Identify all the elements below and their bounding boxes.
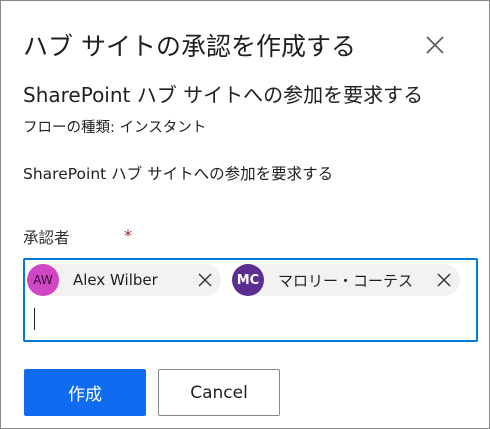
approvers-label: 承認者 xyxy=(23,229,70,247)
persona-chip: AW Alex Wilber xyxy=(27,264,221,296)
dialog-subtitle: SharePoint ハブ サイトへの参加を要求する xyxy=(23,83,424,107)
create-approval-dialog: ハブ サイトの承認を作成する SharePoint ハブ サイトへの参加を要求す… xyxy=(0,0,490,429)
close-icon xyxy=(198,273,212,287)
approvers-people-picker[interactable]: AW Alex Wilber MC マロリー・コーテス xyxy=(23,258,478,342)
required-marker: * xyxy=(124,226,132,245)
flow-description: SharePoint ハブ サイトへの参加を要求する xyxy=(23,165,334,183)
persona-name: Alex Wilber xyxy=(73,271,158,289)
close-icon xyxy=(437,273,451,287)
cancel-button[interactable]: Cancel xyxy=(158,369,280,416)
flow-type: フローの種類: インスタント xyxy=(23,120,207,136)
text-cursor xyxy=(34,308,35,330)
dialog-title: ハブ サイトの承認を作成する xyxy=(23,32,356,61)
create-button[interactable]: 作成 xyxy=(24,369,146,416)
close-icon xyxy=(426,36,444,54)
remove-person-button[interactable] xyxy=(191,266,219,294)
persona-name: マロリー・コーテス xyxy=(278,271,414,290)
avatar: MC xyxy=(232,264,264,296)
remove-person-button[interactable] xyxy=(430,266,458,294)
avatar: AW xyxy=(27,264,59,296)
close-button[interactable] xyxy=(423,33,447,57)
persona-chip: MC マロリー・コーテス xyxy=(232,264,460,296)
